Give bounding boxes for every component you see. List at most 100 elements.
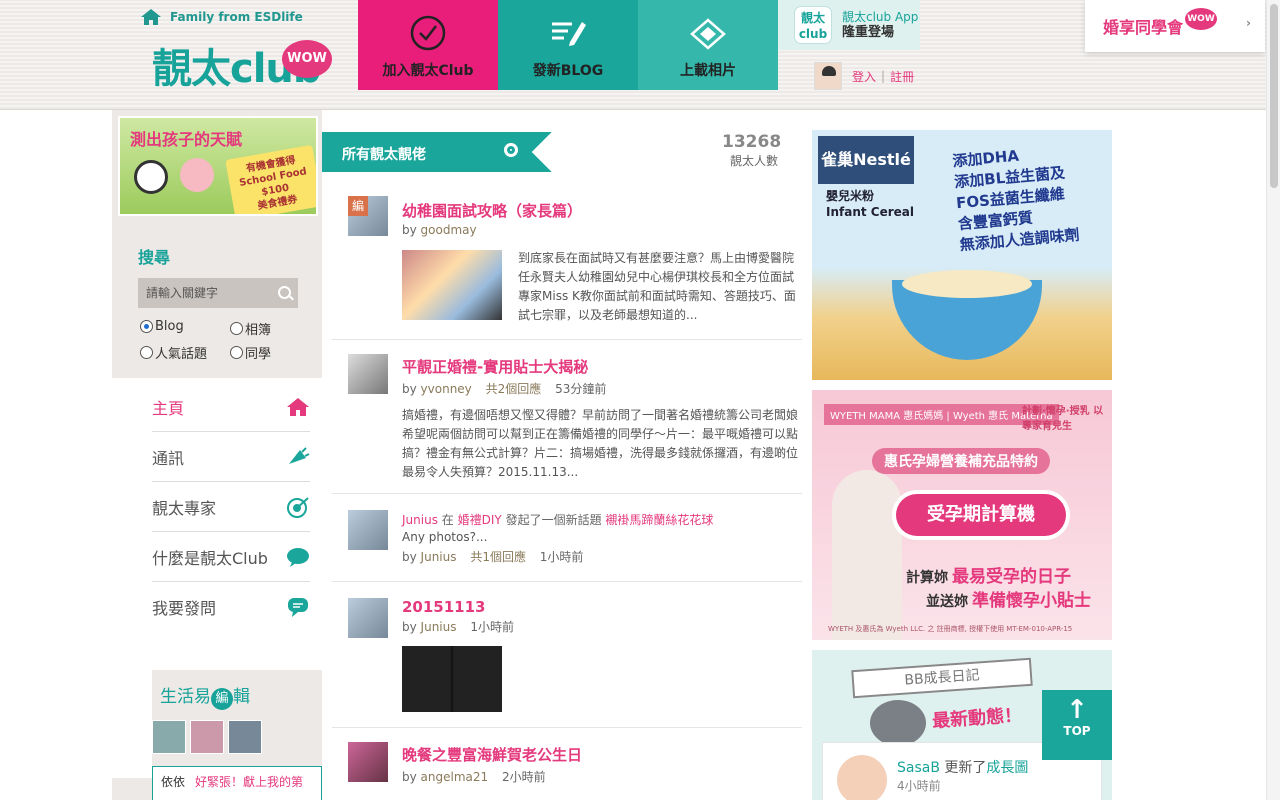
post-by: by	[402, 620, 417, 634]
target-icon	[287, 496, 309, 518]
post-title[interactable]: 晚餐之豐富海鮮賀老公生日	[402, 744, 582, 765]
post-replies[interactable]: 共1個回應	[470, 550, 526, 564]
nav-item-label: 靚太專家	[152, 498, 217, 518]
pig-illustration	[180, 158, 214, 192]
post-author[interactable]: yvonney	[421, 382, 472, 396]
post-author[interactable]: Junius	[421, 550, 457, 564]
bb-update-link[interactable]: 成長圖	[986, 760, 1028, 776]
login-separator: |	[881, 69, 886, 83]
search-input[interactable]	[138, 278, 298, 308]
scrollbar-thumb[interactable]	[1270, 4, 1278, 188]
post-photo[interactable]	[402, 646, 502, 712]
feed-post: 平靚正婚禮-實用貼士大揭秘 by yvonney 共2個回應 53分鐘前 搞婚禮…	[332, 340, 802, 494]
talent-test-ad[interactable]: 測出孩子的天賦 有機會獲得 School Food $100 美食禮券	[118, 116, 318, 216]
post-avatar[interactable]	[348, 742, 388, 782]
home-link[interactable]: Family from ESDlife	[140, 8, 303, 26]
post-replies[interactable]: 共2個回應	[486, 382, 542, 396]
post-title[interactable]: 平靚正婚禮-實用貼士大揭秘	[402, 356, 588, 377]
post-title[interactable]: 20151113	[402, 598, 486, 616]
join-club-label: 加入靚太Club	[382, 63, 474, 79]
post-time: 1小時前	[539, 550, 584, 564]
feed-filter-label: 所有靚太靚佬	[342, 147, 426, 163]
post-photo[interactable]	[402, 250, 502, 320]
upload-photo-button[interactable]: 上載相片	[638, 0, 778, 90]
feed-filter-ribbon[interactable]: 所有靚太靚佬	[322, 132, 552, 172]
activity-feed: 所有靚太靚佬 13268 靚太人數 編 幼稚園面試攻略（家長篇） by good…	[322, 110, 812, 800]
ovulation-calculator-button[interactable]: 受孕期計算機	[896, 494, 1066, 536]
nav-item-label: 通訊	[152, 448, 185, 468]
nav-item-label: 主頁	[152, 398, 185, 418]
nav-item-ask[interactable]: 我要發問	[152, 582, 310, 632]
login-link[interactable]: 登入	[852, 68, 876, 85]
pencil-lines-icon	[552, 22, 586, 46]
life-quote[interactable]: 依依 好緊張！獻上我的第	[152, 766, 322, 800]
activity-group[interactable]: 婚禮DIY	[458, 513, 502, 527]
post-time: 1小時前	[470, 620, 514, 634]
app-promo[interactable]: 靚太 club 靚太club App 隆重登場	[778, 0, 920, 50]
search-option-blog[interactable]: Blog	[140, 319, 184, 334]
post-author[interactable]: goodmay	[421, 223, 477, 237]
nav-item-about[interactable]: 什麼是靚太Club	[152, 532, 310, 582]
search-option-label: 相簿	[245, 323, 272, 338]
nav-item-home[interactable]: 主頁	[152, 382, 310, 432]
photo-upload-icon	[690, 18, 726, 50]
wyeth-line1-prefix: 計算妳	[906, 570, 948, 586]
post-time: 53分鐘前	[555, 382, 607, 396]
bb-update-user[interactable]: SasaB	[897, 760, 940, 776]
back-to-top-button[interactable]: ↑ TOP	[1042, 690, 1112, 760]
search-icon[interactable]	[278, 286, 291, 299]
activity-topic[interactable]: 襯褂馬蹄蘭絲花花球	[605, 513, 713, 527]
search-option-hot-topics[interactable]: 人氣話題	[140, 343, 207, 362]
post-avatar[interactable]	[348, 598, 388, 638]
life-editorial-title[interactable]: 生活易編輯	[160, 682, 250, 710]
wedding-promo-banner[interactable]: 婚享同學會 WOW ›	[1085, 0, 1265, 52]
post-by: by	[402, 382, 417, 396]
activity-excerpt: Any photos?...	[402, 530, 488, 544]
nav-item-label: 什麼是靚太Club	[152, 548, 268, 568]
member-count: 13268 靚太人數	[722, 132, 781, 169]
search-option-label: 同學	[245, 347, 272, 362]
nestle-sub1: 嬰兒米粉	[826, 189, 875, 203]
app-promo-line2: 隆重登場	[842, 25, 895, 40]
life-thumbnail[interactable]	[190, 720, 224, 754]
nestle-ad[interactable]: 雀巢Nestlé 嬰兒米粉 Infant Cereal 添加DHA 添加BL益生…	[812, 130, 1112, 380]
ribbon-notch	[532, 132, 552, 172]
checkmark-circle-icon	[410, 15, 446, 51]
post-title[interactable]: 幼稚園面試攻略（家長篇）	[402, 200, 582, 221]
wedding-promo-label: 婚享同學會	[1103, 18, 1184, 37]
page: Family from ESDlife 靚太club WOW 加入靚太Club …	[0, 0, 1280, 800]
post-by: by	[402, 770, 417, 784]
nav-item-experts[interactable]: 靚太專家	[152, 482, 310, 532]
post-excerpt: 搞婚禮，有邊個唔想又慳又得體？早前訪問了一間著名婚禮統籌公司老闆娘希望呢兩個訪問…	[402, 408, 799, 479]
post-author[interactable]: Junius	[421, 620, 457, 634]
bb-update-time: 4小時前	[897, 779, 941, 793]
wyeth-ad[interactable]: WYETH MAMA 惠氏媽媽 | Wyeth 惠氏 Materna 計劃·懷孕…	[812, 390, 1112, 640]
register-link[interactable]: 註冊	[890, 68, 914, 85]
nav-item-news[interactable]: 通訊	[152, 432, 310, 482]
activity-user[interactable]: Junius	[402, 513, 438, 527]
bb-diary-title[interactable]: BB成長日記	[851, 657, 1033, 699]
search-option-classmates[interactable]: 同學	[230, 343, 271, 362]
wyeth-line1-highlight: 最易受孕的日子	[952, 567, 1071, 587]
gear-icon[interactable]	[504, 143, 518, 157]
post-meta: by angelma21 2小時前	[402, 768, 546, 785]
life-thumbnail[interactable]	[228, 720, 262, 754]
life-thumbnail[interactable]	[152, 720, 186, 754]
nav-item-label: 我要發問	[152, 599, 217, 618]
new-blog-button[interactable]: 發新BLOG	[498, 0, 638, 90]
post-excerpt: 到底家長在面試時又有甚麼要注意？馬上由博愛醫院任永賢夫人幼稚園幼兒中心楊伊琪校長…	[518, 251, 796, 322]
page-scrollbar[interactable]	[1266, 0, 1280, 800]
join-club-button[interactable]: 加入靚太Club	[358, 0, 498, 90]
cereal-bowl-illustration	[892, 270, 1042, 360]
nestle-logo: 雀巢Nestlé	[818, 136, 914, 184]
feed-post: 晚餐之豐富海鮮賀老公生日 by angelma21 2小時前	[332, 728, 802, 800]
search-option-album[interactable]: 相簿	[230, 319, 271, 338]
login-area: 登入 | 註冊	[814, 62, 914, 90]
post-author[interactable]: angelma21	[421, 770, 489, 784]
activity-in: 在	[441, 513, 454, 527]
wow-bubble-icon	[287, 547, 309, 567]
post-avatar[interactable]	[348, 354, 388, 394]
home-icon	[141, 9, 161, 25]
post-avatar[interactable]	[348, 510, 388, 550]
wyeth-line1: 計算妳 最易受孕的日子	[906, 562, 1071, 587]
